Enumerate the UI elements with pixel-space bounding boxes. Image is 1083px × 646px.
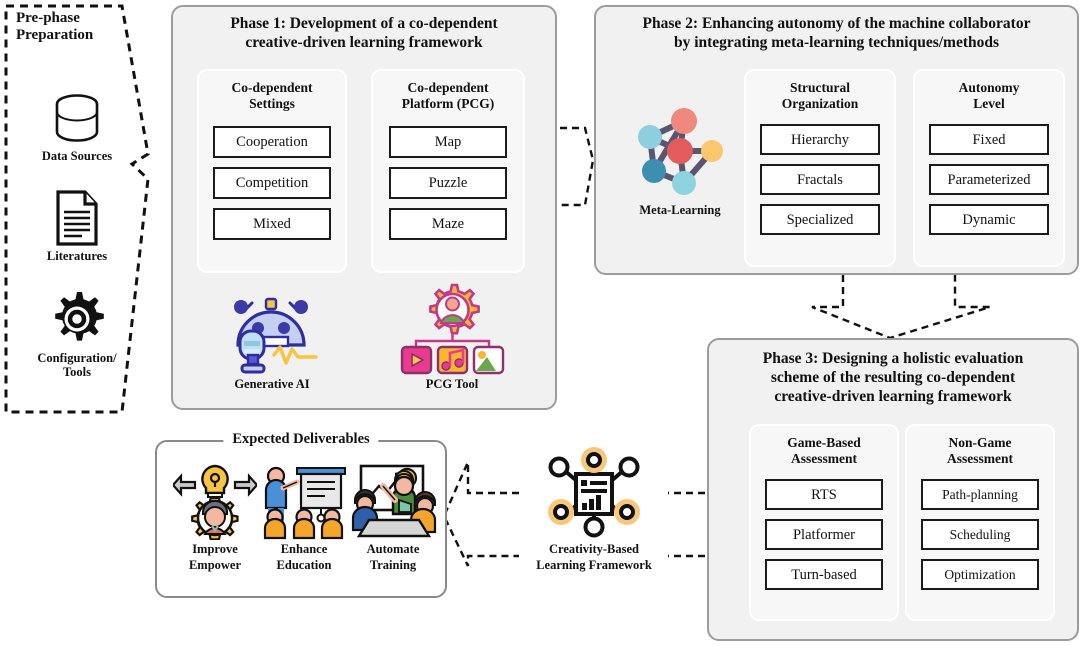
deliverables-box: Expected Deliverables Improve Empower En…	[155, 431, 447, 598]
phase2-title-line2: by integrating meta-learning techniques/…	[673, 33, 1000, 51]
phase2-panel-structural-title: Structural Organization	[781, 80, 859, 112]
phase2-item-hierarchy[interactable]: Hierarchy	[760, 124, 880, 156]
phase1-item-puzzle[interactable]: Puzzle	[389, 167, 507, 200]
framework-icon-group: Creativity-Based Learning Framework	[519, 446, 669, 573]
deliverable-enhance-education: Enhance Education	[258, 464, 350, 573]
phase3-title-line2: scheme of the resulting co-dependent	[770, 368, 1016, 386]
prephase-item-literatures: Literatures	[4, 190, 150, 263]
phase2-box: Phase 2: Enhancing autonomy of the machi…	[594, 5, 1079, 275]
phase2-item-parameterized[interactable]: Parameterized	[929, 164, 1049, 196]
phase2-item-fractals[interactable]: Fractals	[760, 164, 880, 196]
gear-icon	[55, 292, 104, 341]
phase3-panel-game-based: Game-Based Assessment RTS Platformer Tur…	[749, 424, 899, 621]
phase1-icon-pcg-tool: PCG Tool	[373, 283, 531, 392]
phase1-title-line2: creative-driven learning framework	[245, 33, 483, 51]
phase2-title-line1: Phase 2: Enhancing autonomy of the machi…	[642, 15, 1031, 32]
phase3-item-rts[interactable]: RTS	[765, 479, 883, 511]
phase3-panel-game-based-title: Game-Based Assessment	[787, 435, 861, 467]
phase3-item-platformer[interactable]: Platformer	[765, 519, 883, 551]
phase1-item-map[interactable]: Map	[389, 126, 507, 159]
phase2-panel-structural-organization: Structural Organization Hierarchy Fracta…	[744, 69, 896, 267]
phase2-icon-meta-learning: Meta-Learning	[610, 105, 750, 218]
phase3-title: Phase 3: Designing a holistic evaluation…	[709, 340, 1077, 407]
deliverable-label-improve-empower: Improve Empower	[188, 542, 242, 572]
phase1-icon-label-generative-ai: Generative AI	[234, 377, 310, 391]
phase2-panel-autonomy-title: Autonomy Level	[958, 80, 1020, 112]
network-report-icon	[548, 447, 640, 538]
phase3-panel-non-game-title: Non-Game Assessment	[947, 435, 1013, 467]
phase1-icon-label-pcg-tool: PCG Tool	[425, 377, 479, 391]
deliverables-legend: Expected Deliverables	[223, 431, 379, 448]
database-icon	[55, 94, 99, 142]
document-icon	[56, 190, 98, 246]
phase1-panel-platform: Co-dependent Platform (PCG) Map Puzzle M…	[371, 69, 525, 273]
enhance-education-icon	[263, 466, 346, 540]
phase1-panel-settings-title: Co-dependent Settings	[231, 80, 313, 112]
deliverable-improve-empower: Improve Empower	[169, 464, 261, 573]
prephase-title: Pre-phase Preparation	[16, 10, 136, 45]
prephase-title-line1: Pre-phase	[16, 10, 80, 26]
phase3-item-optimization[interactable]: Optimization	[921, 559, 1039, 591]
neural-network-icon	[638, 108, 723, 195]
prephase-item-data-sources: Data Sources	[4, 92, 150, 163]
phase1-icon-generative-ai: Generative AI	[193, 283, 351, 392]
automate-training-icon	[351, 464, 437, 538]
phase2-icon-label-meta-learning: Meta-Learning	[639, 203, 721, 217]
diagram-canvas: Pre-phase Preparation Data Sources Liter…	[0, 0, 1083, 646]
arrow-framework-deliverables	[442, 461, 519, 567]
phase1-item-cooperation[interactable]: Cooperation	[213, 126, 331, 159]
deliverable-label-enhance-education: Enhance Education	[276, 542, 332, 572]
phase1-panel-platform-title: Co-dependent Platform (PCG)	[401, 80, 495, 112]
phase1-item-competition[interactable]: Competition	[213, 167, 331, 200]
phase1-item-mixed[interactable]: Mixed	[213, 208, 331, 241]
pcg-gear-media-icon	[400, 283, 505, 375]
phase3-title-line1: Phase 3: Designing a holistic evaluation	[762, 350, 1024, 367]
phase2-item-fixed[interactable]: Fixed	[929, 124, 1049, 156]
phase3-item-scheduling[interactable]: Scheduling	[921, 519, 1039, 551]
prephase-title-line2: Preparation	[16, 27, 94, 44]
prephase-panel: Pre-phase Preparation Data Sources Liter…	[4, 4, 150, 414]
phase3-panel-non-game: Non-Game Assessment Path-planning Schedu…	[905, 424, 1055, 621]
phase2-item-dynamic[interactable]: Dynamic	[929, 204, 1049, 236]
phase1-box: Phase 1: Development of a co-dependent c…	[171, 5, 557, 410]
deliverable-label-automate-training: Automate Training	[366, 542, 420, 572]
phase1-panel-settings: Co-dependent Settings Cooperation Compet…	[197, 69, 347, 273]
phase3-title-line3: creative-driven learning framework	[774, 387, 1012, 405]
phase2-title: Phase 2: Enhancing autonomy of the machi…	[596, 7, 1077, 53]
prephase-item-configuration-tools: Configuration/ Tools	[4, 290, 150, 380]
phase3-item-turn-based[interactable]: Turn-based	[765, 559, 883, 591]
deliverable-automate-training: Automate Training	[347, 464, 439, 573]
phase1-title: Phase 1: Development of a co-dependent c…	[173, 7, 555, 53]
prephase-label-configuration-tools: Configuration/ Tools	[37, 351, 117, 380]
phase2-panel-autonomy-level: Autonomy Level Fixed Parameterized Dynam…	[913, 69, 1065, 267]
improve-empower-icon	[173, 464, 257, 540]
phase1-title-line1: Phase 1: Development of a co-dependent	[230, 15, 498, 32]
phase3-item-path-planning[interactable]: Path-planning	[921, 479, 1039, 511]
arrow-phase2-phase3	[811, 275, 991, 340]
framework-icon-label: Creativity-Based Learning Framework	[536, 542, 652, 572]
phase2-item-specialized[interactable]: Specialized	[760, 204, 880, 236]
phase1-item-maze[interactable]: Maze	[389, 208, 507, 241]
phase3-box: Phase 3: Designing a holistic evaluation…	[707, 338, 1079, 641]
prephase-label-data-sources: Data Sources	[41, 149, 113, 163]
prephase-label-literatures: Literatures	[46, 249, 108, 263]
robot-ai-icon	[234, 297, 318, 374]
arrow-phase1-phase2	[560, 126, 595, 207]
